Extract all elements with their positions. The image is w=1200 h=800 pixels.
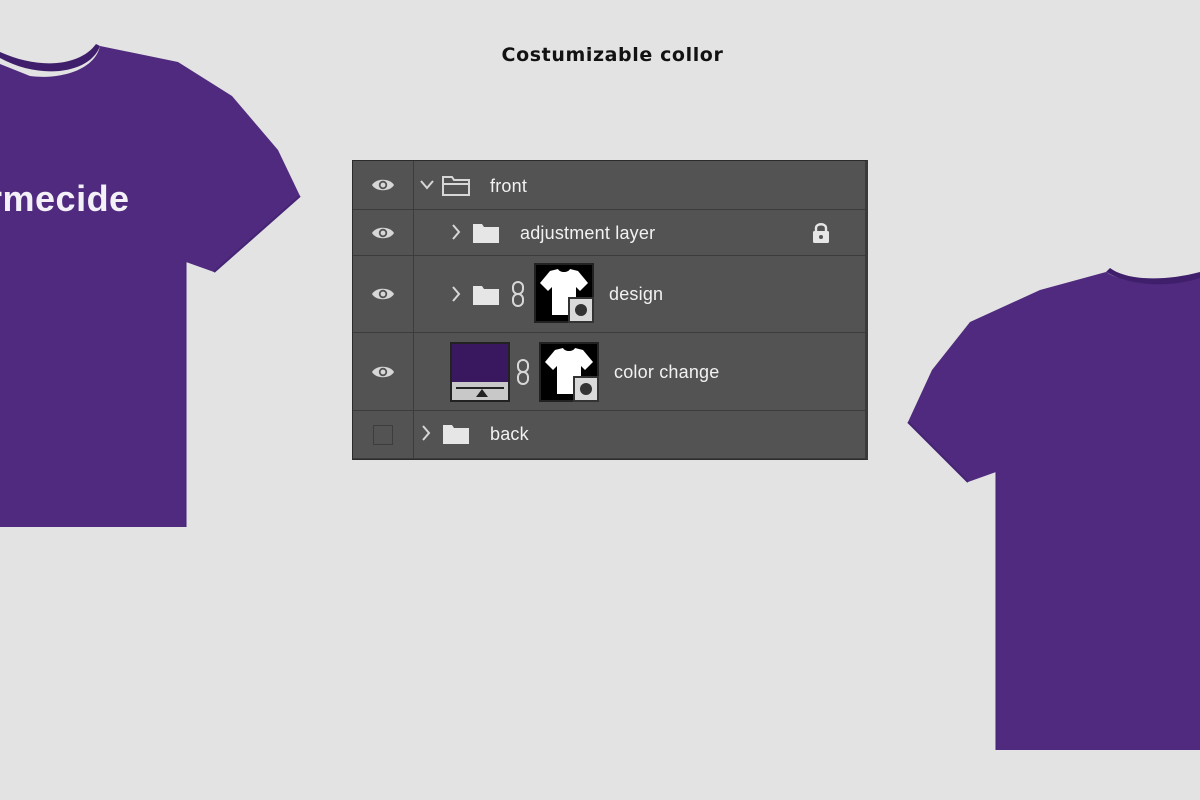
chevron-down-icon[interactable] <box>419 179 435 191</box>
layer-row-adjustment-layer[interactable]: adjustment layer <box>353 210 865 256</box>
tshirt-front-image: rmecide <box>0 0 310 540</box>
layers-panel: front adjustment layer design color chan… <box>352 160 868 460</box>
eye-icon <box>372 227 394 238</box>
layer-row-design[interactable]: design <box>353 256 865 333</box>
chain-link-icon[interactable] <box>516 359 530 385</box>
eye-icon <box>372 366 394 377</box>
mask-indicator-icon <box>573 376 599 402</box>
fill-layer-thumbnail[interactable] <box>450 342 510 402</box>
layer-name: design <box>609 284 664 304</box>
visibility-toggle[interactable] <box>353 333 414 410</box>
layer-mask-thumbnail[interactable] <box>534 263 594 323</box>
lock-icon <box>813 223 829 243</box>
layer-row-front[interactable]: front <box>353 161 865 210</box>
layer-name: color change <box>614 362 720 382</box>
chevron-right-icon[interactable] <box>451 286 461 302</box>
eye-icon <box>372 179 394 191</box>
folder-open-icon <box>442 176 470 196</box>
folder-icon <box>473 286 499 305</box>
chevron-right-icon[interactable] <box>451 224 461 240</box>
layer-mask-thumbnail[interactable] <box>539 342 599 402</box>
layer-row-back[interactable]: back <box>353 411 865 459</box>
layer-name: back <box>490 424 529 444</box>
visibility-toggle[interactable] <box>353 210 414 255</box>
tshirt-back-image <box>900 260 1200 760</box>
layer-name: front <box>490 176 528 196</box>
shirt-print-text: rmecide <box>0 178 130 219</box>
visibility-toggle[interactable] <box>353 256 414 332</box>
hidden-visibility-box <box>373 424 393 445</box>
layer-row-color-change[interactable]: color change <box>353 333 865 411</box>
chain-link-icon[interactable] <box>511 281 525 307</box>
chevron-right-icon[interactable] <box>421 425 431 441</box>
mask-indicator-icon <box>568 297 594 323</box>
visibility-toggle[interactable] <box>353 411 414 458</box>
layer-name: adjustment layer <box>520 223 656 243</box>
folder-icon <box>443 425 469 444</box>
visibility-toggle[interactable] <box>353 161 414 209</box>
folder-icon <box>473 224 499 243</box>
eye-icon <box>372 288 394 300</box>
